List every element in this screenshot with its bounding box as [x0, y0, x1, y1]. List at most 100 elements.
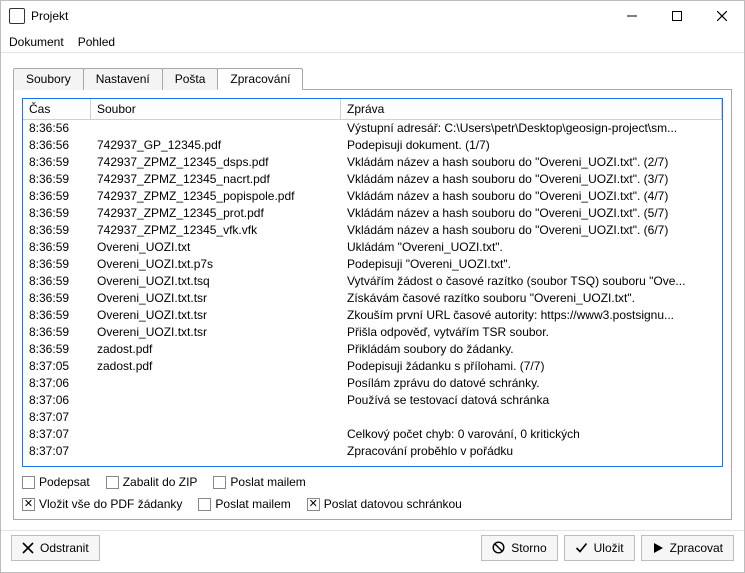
menu-dokument[interactable]: Dokument — [9, 35, 64, 49]
maximize-button[interactable] — [654, 1, 699, 31]
cell-time: 8:36:59 — [23, 290, 91, 307]
cell-file: 742937_ZPMZ_12345_vfk.vfk — [91, 222, 341, 239]
cell-file: Overeni_UOZI.txt.tsr — [91, 290, 341, 307]
table-row[interactable]: 8:36:59742937_ZPMZ_12345_prot.pdfVkládám… — [23, 205, 722, 222]
table-row[interactable]: 8:37:07Celkový počet chyb: 0 varování, 0… — [23, 426, 722, 443]
play-icon — [652, 542, 664, 554]
cell-msg: Podepisuji dokument. (1/7) — [341, 137, 722, 154]
cell-time: 8:36:59 — [23, 205, 91, 222]
log-grid: Čas Soubor Zpráva 8:36:56Výstupní adresá… — [22, 98, 723, 467]
tab-posta[interactable]: Pošta — [162, 68, 219, 90]
table-row[interactable]: 8:36:59Overeni_UOZI.txt.tsqVytvářím žádo… — [23, 273, 722, 290]
label-ulozit: Uložit — [594, 541, 624, 555]
tabstrip: Soubory Nastavení Pošta Zpracování — [13, 67, 732, 89]
col-cas[interactable]: Čas — [23, 99, 91, 119]
cell-msg: Podepisuji žádanku s přílohami. (7/7) — [341, 358, 722, 375]
cell-time: 8:36:59 — [23, 222, 91, 239]
label-odstranit: Odstranit — [40, 541, 89, 555]
window-title: Projekt — [31, 9, 609, 23]
cell-msg: Vytvářím žádost o časové razítko (soubor… — [341, 273, 722, 290]
table-row[interactable]: 8:36:59Overeni_UOZI.txt.tsrZkouším první… — [23, 307, 722, 324]
table-row[interactable]: 8:36:56Výstupní adresář: C:\Users\petr\D… — [23, 120, 722, 137]
table-row[interactable]: 8:37:06 Posílám zprávu do datové schránky… — [23, 375, 722, 392]
cell-file: 742937_ZPMZ_12345_popispole.pdf — [91, 188, 341, 205]
cell-time: 8:37:07 — [23, 443, 91, 460]
checkbox-checked-icon: ✕ — [307, 498, 320, 511]
cell-msg: Výstupní adresář: C:\Users\petr\Desktop\… — [341, 120, 722, 137]
cell-time: 8:36:59 — [23, 341, 91, 358]
label-zpracovat: Zpracovat — [670, 541, 723, 555]
table-row[interactable]: 8:36:59zadost.pdfPřikládám soubory do žá… — [23, 341, 722, 358]
label-storno: Storno — [511, 541, 546, 555]
cell-file — [91, 120, 341, 137]
checkbox-vlozit-pdf[interactable]: ✕Vložit vše do PDF žádanky — [22, 497, 182, 511]
label-mail1: Poslat mailem — [230, 475, 305, 489]
cell-file: Overeni_UOZI.txt — [91, 239, 341, 256]
label-datova: Poslat datovou schránkou — [324, 497, 462, 511]
checkbox-poslat-mailem-1[interactable]: Poslat mailem — [213, 475, 305, 489]
table-row[interactable]: 8:37:07Zpracování proběhlo v pořádku — [23, 443, 722, 460]
cell-time: 8:36:59 — [23, 307, 91, 324]
menubar: Dokument Pohled — [1, 31, 744, 53]
col-soubor[interactable]: Soubor — [91, 99, 341, 119]
tab-nastaveni[interactable]: Nastavení — [83, 68, 163, 90]
ulozit-button[interactable]: Uložit — [564, 535, 635, 561]
cell-file: 742937_ZPMZ_12345_dsps.pdf — [91, 154, 341, 171]
checkbox-icon — [213, 476, 226, 489]
grid-header: Čas Soubor Zpráva — [23, 99, 722, 120]
table-row[interactable]: 8:36:59Overeni_UOZI.txt.p7sPodepisuji "O… — [23, 256, 722, 273]
system-buttons — [609, 1, 744, 31]
maximize-icon — [672, 11, 682, 21]
table-row[interactable]: 8:36:59742937_ZPMZ_12345_dsps.pdfVkládám… — [23, 154, 722, 171]
tab-soubory[interactable]: Soubory — [13, 68, 84, 90]
table-row[interactable]: 8:36:59Overeni_UOZI.txtUkládám "Overeni_… — [23, 239, 722, 256]
checkbox-poslat-mailem-2[interactable]: Poslat mailem — [198, 497, 290, 511]
table-row[interactable]: 8:37:07 — [23, 409, 722, 426]
cell-msg: Používá se testovací datová schránka — [341, 392, 722, 409]
cell-time: 8:36:59 — [23, 154, 91, 171]
footer: Odstranit Storno Uložit Zpracovat — [1, 530, 744, 572]
col-zprava[interactable]: Zpráva — [341, 99, 722, 119]
app-icon — [9, 8, 25, 24]
minimize-button[interactable] — [609, 1, 654, 31]
table-row[interactable]: 8:36:59Overeni_UOZI.txt.tsrPřišla odpově… — [23, 324, 722, 341]
table-row[interactable]: 8:36:59742937_ZPMZ_12345_vfk.vfkVkládám … — [23, 222, 722, 239]
zpracovat-button[interactable]: Zpracovat — [641, 535, 734, 561]
grid-body[interactable]: 8:36:56Výstupní adresář: C:\Users\petr\D… — [23, 120, 722, 466]
cell-file: 742937_GP_12345.pdf — [91, 137, 341, 154]
cell-msg — [341, 409, 722, 426]
cell-time: 8:37:07 — [23, 426, 91, 443]
checkbox-icon — [198, 498, 211, 511]
cell-msg: Ukládám "Overeni_UOZI.txt". — [341, 239, 722, 256]
cell-file: Overeni_UOZI.txt.p7s — [91, 256, 341, 273]
table-row[interactable]: 8:37:06Používá se testovací datová schrá… — [23, 392, 722, 409]
cell-time: 8:36:59 — [23, 188, 91, 205]
close-button[interactable] — [699, 1, 744, 31]
cell-time: 8:36:59 — [23, 171, 91, 188]
cell-file: 742937_ZPMZ_12345_nacrt.pdf — [91, 171, 341, 188]
table-row[interactable]: 8:36:59Overeni_UOZI.txt.tsrZískávám časo… — [23, 290, 722, 307]
cell-file: zadost.pdf — [91, 358, 341, 375]
table-row[interactable]: 8:36:59742937_ZPMZ_12345_popispole.pdfVk… — [23, 188, 722, 205]
label-mail2: Poslat mailem — [215, 497, 290, 511]
menu-pohled[interactable]: Pohled — [78, 35, 115, 49]
cell-msg: Posílám zprávu do datové schránky. — [341, 375, 722, 392]
tab-zpracovani[interactable]: Zpracování — [217, 68, 303, 90]
cancel-icon — [492, 541, 505, 554]
table-row[interactable]: 8:36:56742937_GP_12345.pdfPodepisuji dok… — [23, 137, 722, 154]
cell-msg: Zkouším první URL časové autority: https… — [341, 307, 722, 324]
options-row-1: Podepsat Zabalit do ZIP Poslat mailem — [22, 475, 723, 489]
checkbox-podepsat[interactable]: Podepsat — [22, 475, 90, 489]
cell-file — [91, 426, 341, 443]
content-area: Soubory Nastavení Pošta Zpracování Čas S… — [1, 53, 744, 530]
checkbox-zabalit[interactable]: Zabalit do ZIP — [106, 475, 198, 489]
table-row[interactable]: 8:37:05zadost.pdfPodepisuji žádanku s př… — [23, 358, 722, 375]
cell-time: 8:37:07 — [23, 409, 91, 426]
odstranit-button[interactable]: Odstranit — [11, 535, 100, 561]
storno-button[interactable]: Storno — [481, 535, 557, 561]
table-row[interactable]: 8:36:59742937_ZPMZ_12345_nacrt.pdfVkládá… — [23, 171, 722, 188]
checkbox-datova-schranka[interactable]: ✕ Poslat datovou schránkou — [307, 497, 462, 511]
cell-time: 8:37:06 — [23, 375, 91, 392]
cell-file — [91, 375, 341, 392]
cell-file: zadost.pdf — [91, 341, 341, 358]
